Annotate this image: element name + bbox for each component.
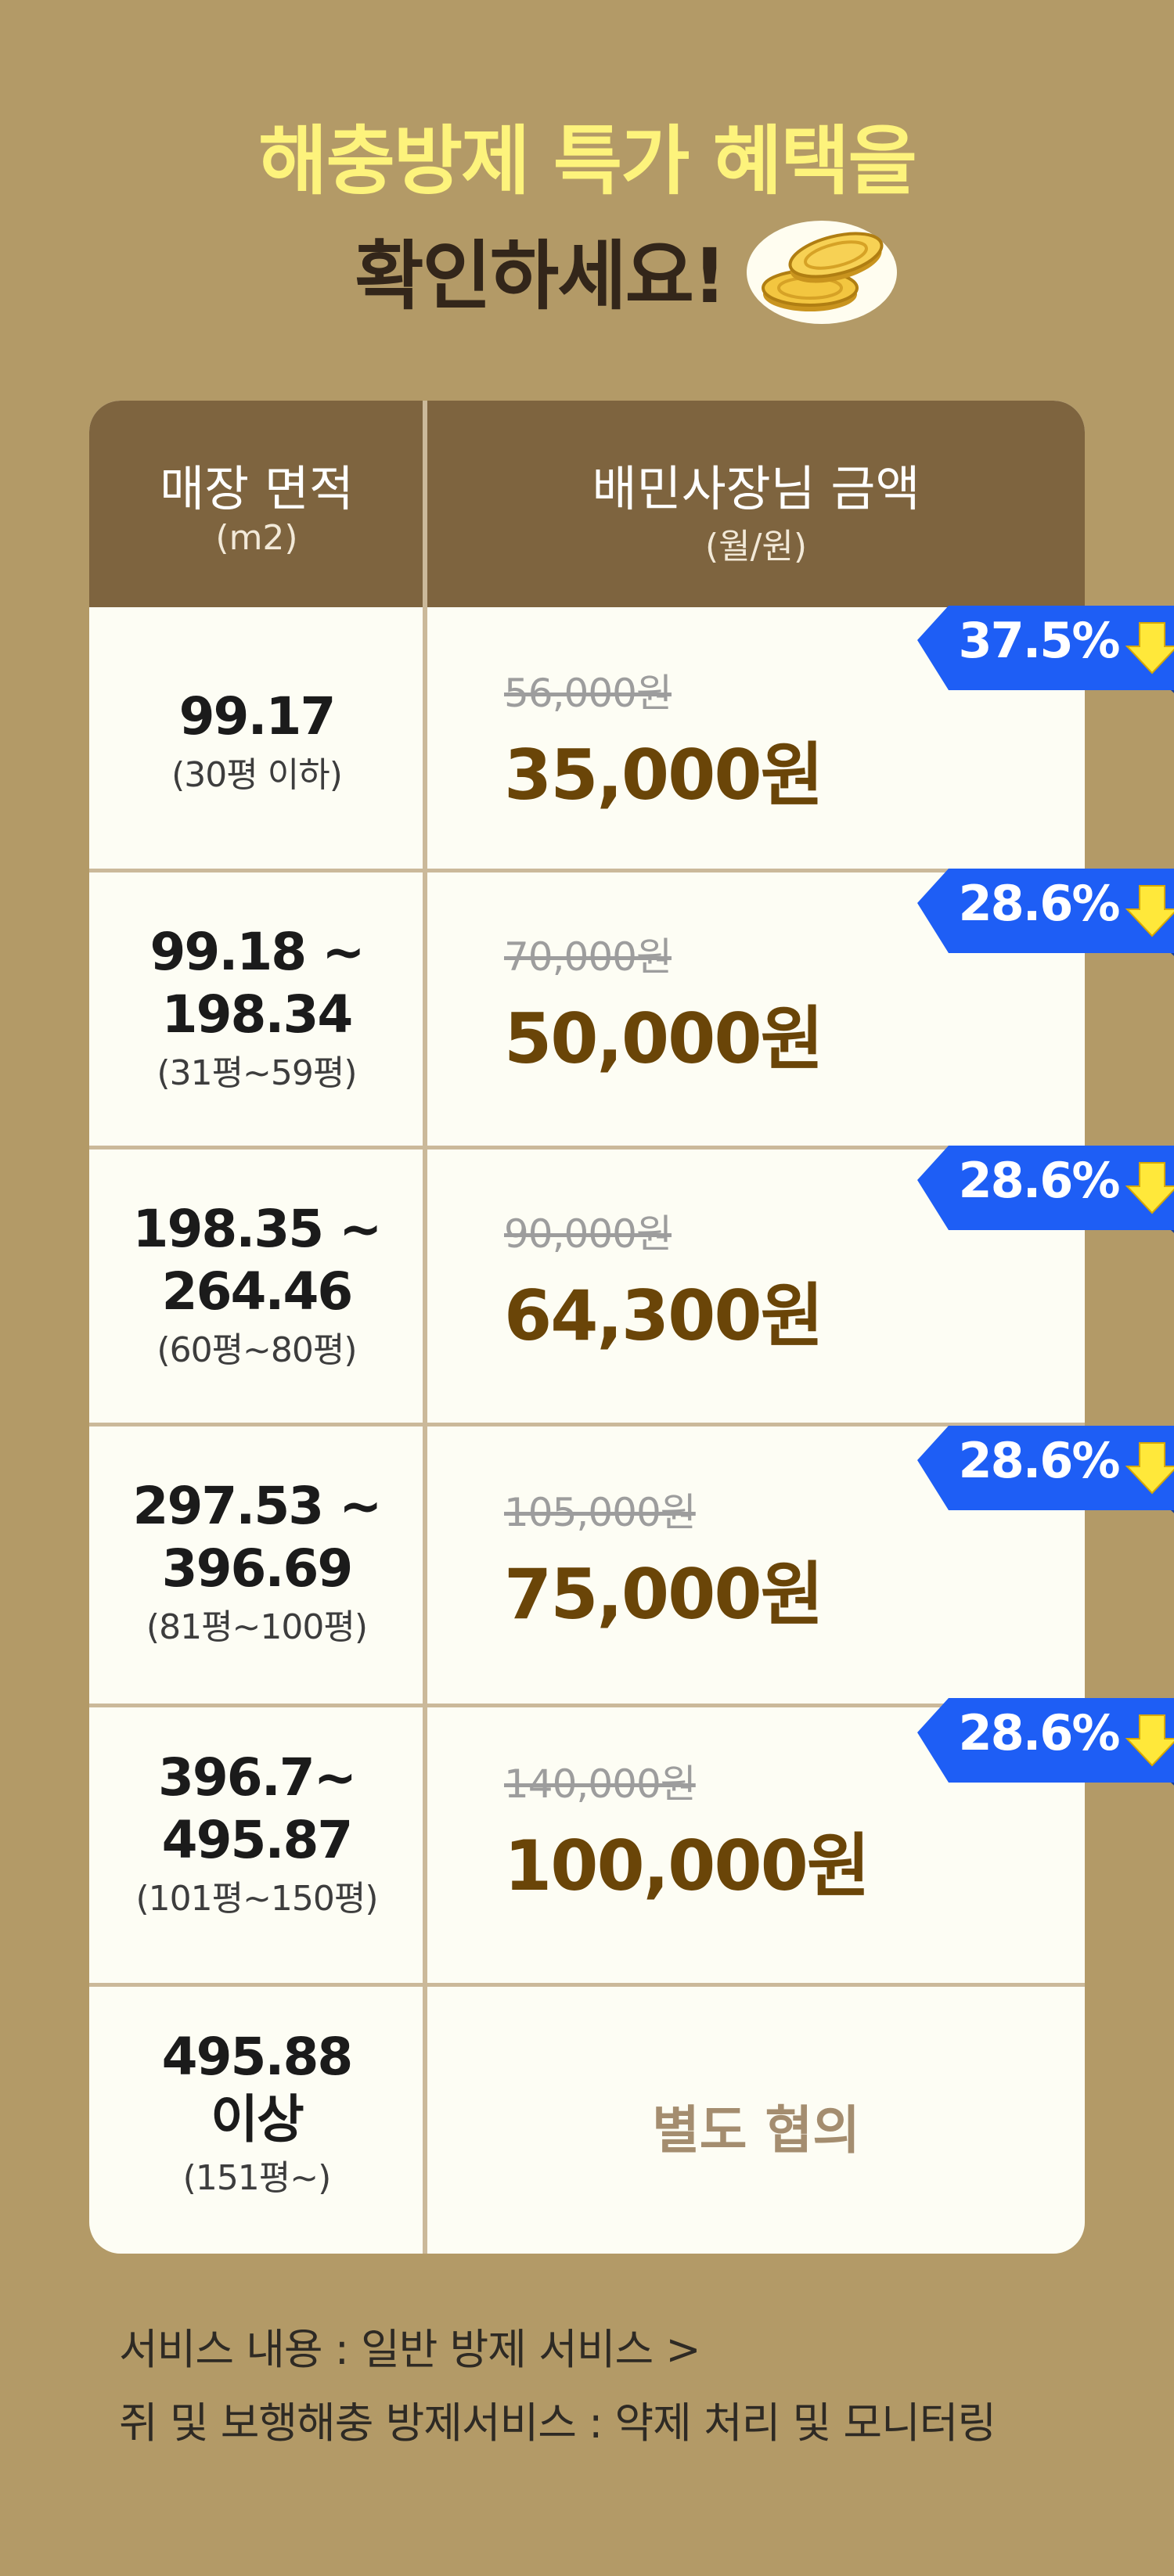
discount-badge: 28.6% [917, 1412, 1174, 1521]
pyeong-range: (60평~80평) [157, 1330, 357, 1370]
original-price: 56,000원 [504, 671, 672, 716]
header-area-label: 매장 면적 [160, 460, 354, 517]
discount-percent: 28.6% [958, 1704, 1120, 1761]
discount-badge: 28.6% [917, 1684, 1174, 1793]
area-value: 99.17 [178, 686, 337, 747]
price-table: 매장 면적 (m2) 배민사장님 금액 (월/원) 99.17 (30평 이하)… [89, 401, 1174, 2254]
headline-line-1: 해충방제 특가 혜택을 [258, 117, 917, 205]
area-value-end: 198.34 [161, 984, 354, 1045]
pyeong-range: (101평~150평) [135, 1879, 378, 1919]
down-arrow-icon [1125, 1442, 1174, 1495]
discount-percent: 28.6% [958, 875, 1120, 932]
table-header: 매장 면적 (m2) 배민사장님 금액 (월/원) [89, 401, 1085, 607]
price-cell: 70,000원 50,000원 [504, 926, 824, 1083]
price-cell: 90,000원 64,300원 [504, 1203, 824, 1360]
discount-percent: 28.6% [958, 1432, 1120, 1489]
original-price: 105,000원 [504, 1490, 697, 1535]
discounted-price: 35,000원 [504, 735, 824, 815]
area-cell: 198.35 ~ 264.46 (60평~80평) [89, 1198, 424, 1378]
discount-percent: 37.5% [958, 612, 1120, 669]
pyeong-range: (30평 이하) [171, 755, 343, 795]
negotiable-price: 별도 협의 [652, 2100, 860, 2160]
area-value-end: 264.46 [161, 1261, 354, 1322]
table-row: 495.88 이상 (151평~) 별도 협의 [89, 1987, 1085, 2254]
down-arrow-icon [1125, 885, 1174, 937]
pyeong-range: (81평~100평) [146, 1607, 368, 1647]
original-price: 90,000원 [504, 1211, 672, 1257]
area-value-start: 198.35 ~ [132, 1199, 383, 1259]
price-cell: 56,000원 35,000원 [504, 662, 824, 819]
discounted-price: 100,000원 [504, 1826, 870, 1906]
area-value-start: 396.7~ [157, 1747, 357, 1808]
area-value-end: 396.69 [161, 1538, 354, 1599]
discounted-price: 50,000원 [504, 998, 824, 1079]
area-cell: 396.7~ 495.87 (101평~150평) [89, 1747, 424, 1927]
down-arrow-icon [1125, 622, 1174, 675]
discount-badge: 28.6% [917, 1131, 1174, 1241]
header-area-unit: (m2) [215, 518, 298, 558]
pyeong-range: (151평~) [182, 2158, 332, 2198]
discount-percent: 28.6% [958, 1152, 1120, 1209]
discounted-price: 64,300원 [504, 1275, 824, 1356]
service-description: 서비스 내용 : 일반 방제 서비스 > [119, 2325, 701, 2374]
area-value-suffix: 이상 [211, 2089, 304, 2150]
area-value: 495.88 [161, 2027, 354, 2087]
discount-badge: 28.6% [917, 854, 1174, 964]
down-arrow-icon [1125, 1714, 1174, 1767]
header-price-label: 배민사장님 금액 [592, 460, 920, 517]
area-value-end: 495.87 [161, 1810, 354, 1870]
area-cell: 297.53 ~ 396.69 (81평~100평) [89, 1475, 424, 1655]
discounted-price: 75,000원 [504, 1554, 824, 1635]
header-area-cell: 매장 면적 (m2) [89, 401, 424, 607]
area-cell: 495.88 이상 (151평~) [89, 2026, 424, 2206]
header-price-cell: 배민사장님 금액 (월/원) [427, 401, 1085, 607]
area-value-start: 99.18 ~ [149, 922, 365, 982]
area-value-start: 297.53 ~ [132, 1476, 383, 1536]
service-detail: 쥐 및 보행해충 방제서비스 : 약제 처리 및 모니터링 [119, 2398, 996, 2448]
original-price: 140,000원 [504, 1761, 697, 1807]
discount-badge: 37.5% [917, 592, 1174, 701]
headline-line-2: 확인하세요! [355, 232, 726, 320]
down-arrow-icon [1125, 1162, 1174, 1214]
coins-icon [747, 221, 897, 324]
price-cell: 140,000원 100,000원 [504, 1753, 870, 1910]
area-cell: 99.18 ~ 198.34 (31평~59평) [89, 921, 424, 1101]
area-cell: 99.17 (30평 이하) [89, 685, 424, 803]
header-price-unit: (월/원) [704, 527, 808, 567]
original-price: 70,000원 [504, 934, 672, 980]
price-cell: 105,000원 75,000원 [504, 1481, 824, 1639]
pyeong-range: (31평~59평) [157, 1053, 357, 1093]
